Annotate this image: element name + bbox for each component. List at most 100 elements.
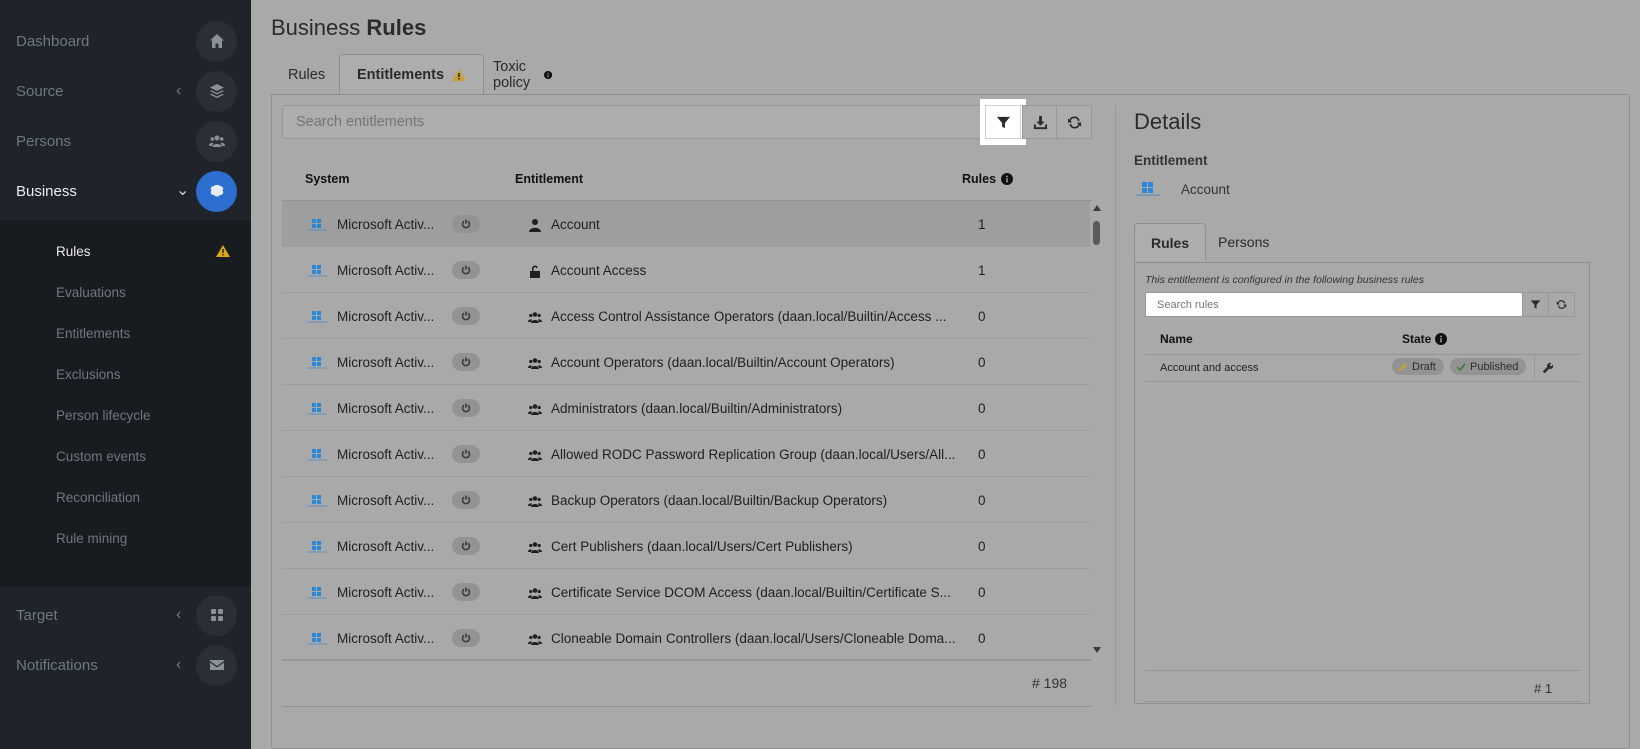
- rules-refresh-button[interactable]: [1548, 292, 1575, 317]
- system-name: Microsoft Activ...: [337, 263, 435, 278]
- nav-persons[interactable]: Persons: [0, 116, 251, 166]
- result-count: # 198: [1032, 675, 1068, 691]
- envelope-icon[interactable]: [196, 644, 237, 686]
- check-icon: [1456, 362, 1466, 371]
- details-tab-persons[interactable]: Persons: [1202, 223, 1285, 261]
- power-toggle[interactable]: [452, 583, 480, 601]
- power-toggle[interactable]: [452, 353, 480, 371]
- subnav-rules[interactable]: Rules: [56, 244, 91, 259]
- info-icon[interactable]: [1001, 173, 1014, 185]
- filter-icon: [1530, 300, 1541, 309]
- chevron-left-icon: ‹: [176, 656, 182, 673]
- rules-count-cell: 0: [978, 585, 986, 600]
- subnav-rule-mining[interactable]: Rule mining: [56, 531, 127, 546]
- active-directory-logo-icon: [307, 219, 327, 231]
- table-row[interactable]: Microsoft Activ... Access Control Assista…: [282, 293, 1090, 339]
- power-icon: [461, 265, 471, 275]
- group-icon: [528, 358, 542, 369]
- system-name: Microsoft Activ...: [337, 493, 435, 508]
- power-icon: [461, 587, 471, 597]
- nav-business[interactable]: Business ⌄: [0, 166, 251, 216]
- subnav-exclusions[interactable]: Exclusions: [56, 367, 121, 382]
- footer-divider: [1145, 670, 1581, 671]
- power-toggle[interactable]: [452, 629, 480, 647]
- info-icon[interactable]: [1435, 333, 1448, 345]
- nav-dashboard[interactable]: Dashboard: [0, 16, 251, 66]
- power-icon: [461, 495, 471, 505]
- scroll-thumb[interactable]: [1093, 221, 1100, 245]
- person-icon: [529, 219, 541, 232]
- pencil-icon: [1399, 362, 1407, 371]
- info-icon[interactable]: [543, 68, 553, 82]
- rule-name: Account and access: [1160, 362, 1259, 374]
- column-header-state[interactable]: State: [1402, 332, 1448, 346]
- power-toggle[interactable]: [452, 445, 480, 463]
- subnav-evaluations[interactable]: Evaluations: [56, 285, 126, 300]
- column-header-rules[interactable]: Rules: [962, 172, 1014, 186]
- scroll-down-icon[interactable]: [1093, 647, 1101, 653]
- details-entitlement-label: Entitlement: [1134, 153, 1208, 168]
- table-row[interactable]: Microsoft Activ... Administrators (daan.l…: [282, 385, 1090, 431]
- grid-icon[interactable]: [196, 594, 237, 636]
- system-name: Microsoft Activ...: [337, 217, 435, 232]
- active-directory-logo-icon: [307, 311, 327, 323]
- draft-badge: Draft: [1392, 358, 1444, 375]
- table-row[interactable]: Microsoft Activ... Cert Publishers (daan.…: [282, 523, 1090, 569]
- tab-toxic-policy[interactable]: Toxic policy: [476, 54, 569, 95]
- active-directory-logo-icon: [307, 403, 327, 415]
- power-toggle[interactable]: [452, 399, 480, 417]
- subnav-entitlements[interactable]: Entitlements: [56, 326, 130, 341]
- rules-count-cell: 1: [978, 263, 986, 278]
- tab-entitlements[interactable]: Entitlements: [339, 54, 485, 95]
- table-row[interactable]: Microsoft Activ... Cloneable Domain Contr…: [282, 615, 1090, 661]
- table-row[interactable]: Microsoft Activ... Account Operators (daa…: [282, 339, 1090, 385]
- active-directory-logo-icon: [307, 449, 327, 461]
- active-directory-logo-icon: [307, 265, 327, 277]
- column-header-name[interactable]: Name: [1160, 332, 1193, 346]
- table-row[interactable]: Microsoft Activ... Backup Operators (daan…: [282, 477, 1090, 523]
- scroll-up-icon[interactable]: [1093, 205, 1101, 211]
- power-toggle[interactable]: [452, 537, 480, 555]
- column-header-system[interactable]: System: [305, 172, 349, 186]
- table-scrollbar[interactable]: [1090, 201, 1102, 659]
- power-toggle[interactable]: [452, 261, 480, 279]
- details-note: This entitlement is configured in the fo…: [1145, 274, 1424, 286]
- table-row[interactable]: Microsoft Activ... Allowed RODC Password …: [282, 431, 1090, 477]
- details-tab-rules[interactable]: Rules: [1134, 223, 1207, 261]
- subnav-custom-events[interactable]: Custom events: [56, 449, 146, 464]
- refresh-button[interactable]: [1056, 105, 1092, 139]
- download-button[interactable]: [1022, 105, 1058, 139]
- rules-count-cell: 0: [978, 355, 986, 370]
- table-row[interactable]: Microsoft Activ... Account 1: [282, 201, 1090, 247]
- tab-rules[interactable]: Rules: [271, 54, 342, 95]
- published-badge: Published: [1450, 358, 1527, 375]
- table-row[interactable]: Microsoft Activ... Certificate Service DC…: [282, 569, 1090, 615]
- power-toggle[interactable]: [452, 307, 480, 325]
- power-toggle[interactable]: [452, 491, 480, 509]
- subnav-reconciliation[interactable]: Reconciliation: [56, 490, 140, 505]
- users-icon[interactable]: [196, 120, 237, 162]
- layers-icon[interactable]: [196, 70, 237, 112]
- power-toggle[interactable]: [452, 215, 480, 233]
- edit-rule-button[interactable]: [1534, 355, 1561, 380]
- active-directory-logo-icon: [307, 541, 327, 553]
- home-icon[interactable]: [196, 20, 237, 62]
- active-directory-logo-icon: [307, 357, 327, 369]
- subnav-person-lifecycle[interactable]: Person lifecycle: [56, 408, 151, 423]
- entitlement-name: Cert Publishers (daan.local/Users/Cert P…: [551, 539, 853, 554]
- table-row[interactable]: Microsoft Activ... Account Access 1: [282, 247, 1090, 293]
- power-icon: [461, 357, 471, 367]
- rules-search-input[interactable]: [1145, 292, 1523, 317]
- nav-target[interactable]: Target ‹: [0, 590, 251, 640]
- nav-notifications[interactable]: Notifications ‹: [0, 640, 251, 690]
- entitlement-name: Backup Operators (daan.local/Builtin/Bac…: [551, 493, 888, 508]
- rules-count: # 1: [1534, 681, 1553, 696]
- column-header-entitlement[interactable]: Entitlement: [515, 172, 583, 186]
- entitlement-name: Certificate Service DCOM Access (daan.lo…: [551, 585, 951, 600]
- power-icon: [461, 219, 471, 229]
- filter-button[interactable]: [980, 99, 1026, 145]
- brain-icon[interactable]: [196, 170, 237, 212]
- search-input[interactable]: [282, 105, 1022, 139]
- nav-source[interactable]: Source ‹: [0, 66, 251, 116]
- rules-filter-button[interactable]: [1522, 292, 1549, 317]
